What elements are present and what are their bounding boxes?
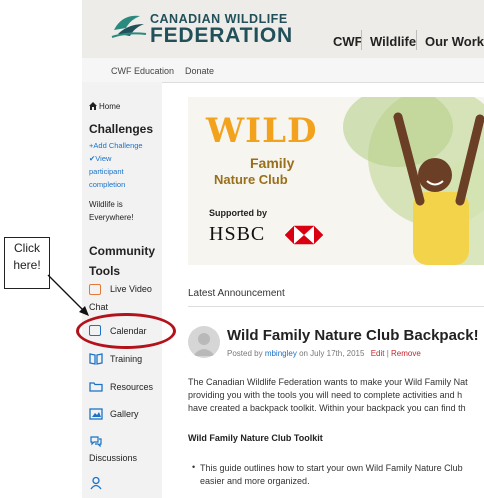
nav-cwf[interactable]: CWF [333, 34, 363, 49]
sidebar-item-discussions[interactable]: Discussions [89, 453, 137, 463]
hsbc-hexagon-icon [285, 225, 323, 245]
home-icon [89, 102, 97, 110]
subnav-donate[interactable]: Donate [185, 66, 214, 76]
discussion-icon [90, 436, 102, 447]
post-body-line-2: providing you with the tools you will ne… [188, 390, 463, 400]
post-meta: Posted by mbingley on July 17th, 2015 Ed… [227, 349, 421, 358]
logo-text-bottom: FEDERATION [150, 24, 293, 47]
nav-separator [361, 30, 362, 50]
book-icon [89, 353, 103, 365]
edit-link[interactable]: Edit [371, 349, 385, 358]
calendar-highlight-ring [76, 313, 176, 349]
toolkit-heading: Wild Family Nature Club Toolkit [188, 433, 323, 443]
callout-text: Click here! [13, 241, 41, 272]
bullet-line-1: This guide outlines how to start your ow… [200, 463, 463, 473]
wild-logo-text: WILD [206, 111, 318, 151]
post-body-line-1: The Canadian Wildlife Federation wants t… [188, 377, 468, 387]
nav-wildlife[interactable]: Wildlife [370, 34, 416, 49]
view-completion-link[interactable]: ✔View participant completion [89, 152, 125, 191]
gallery-icon [89, 408, 103, 420]
add-challenge-link[interactable]: +Add Challenge [89, 139, 143, 152]
author-link[interactable]: mbingley [265, 349, 297, 358]
folder-icon [89, 382, 103, 392]
nature-club-logo-text: Nature Club [214, 172, 288, 187]
challenges-heading: Challenges [89, 122, 154, 136]
family-logo-text: Family [250, 155, 295, 171]
post-body-line-3: have created a backpack toolkit. Within … [188, 403, 466, 413]
sidebar-item-live-video[interactable]: Live Video [110, 284, 152, 294]
meta-separator: | [386, 349, 389, 358]
posted-by-label: Posted by [227, 349, 263, 358]
author-avatar[interactable] [188, 326, 220, 358]
cwf-logo-icon[interactable] [110, 10, 148, 40]
remove-link[interactable]: Remove [391, 349, 421, 358]
sponsor-name: HSBC [209, 223, 266, 245]
latest-announcement-heading: Latest Announcement [188, 288, 285, 299]
avatar-placeholder-icon [193, 333, 215, 356]
supported-by-text: Supported by [209, 208, 267, 218]
nav-separator [416, 30, 417, 50]
section-divider [188, 306, 484, 307]
wildlife-everywhere-text: Wildlife is Everywhere! [89, 200, 134, 222]
sidebar-item-gallery[interactable]: Gallery [110, 409, 139, 419]
bullet-dot: • [192, 462, 196, 472]
member-icon[interactable] [89, 476, 103, 490]
post-title[interactable]: Wild Family Nature Club Backpack! [227, 327, 479, 344]
community-tools-heading: Community Tools [89, 244, 155, 278]
sidebar-item-training[interactable]: Training [110, 354, 142, 364]
sidebar-home-link[interactable]: Home [99, 102, 120, 111]
sidebar-item-resources[interactable]: Resources [110, 382, 153, 392]
callout-arrow [47, 274, 89, 316]
subnav-cwf-education[interactable]: CWF Education [111, 66, 174, 76]
post-date: on July 17th, 2015 [299, 349, 365, 358]
bullet-line-2: easier and more organized. [200, 476, 310, 486]
nav-our-work[interactable]: Our Work [425, 34, 484, 49]
